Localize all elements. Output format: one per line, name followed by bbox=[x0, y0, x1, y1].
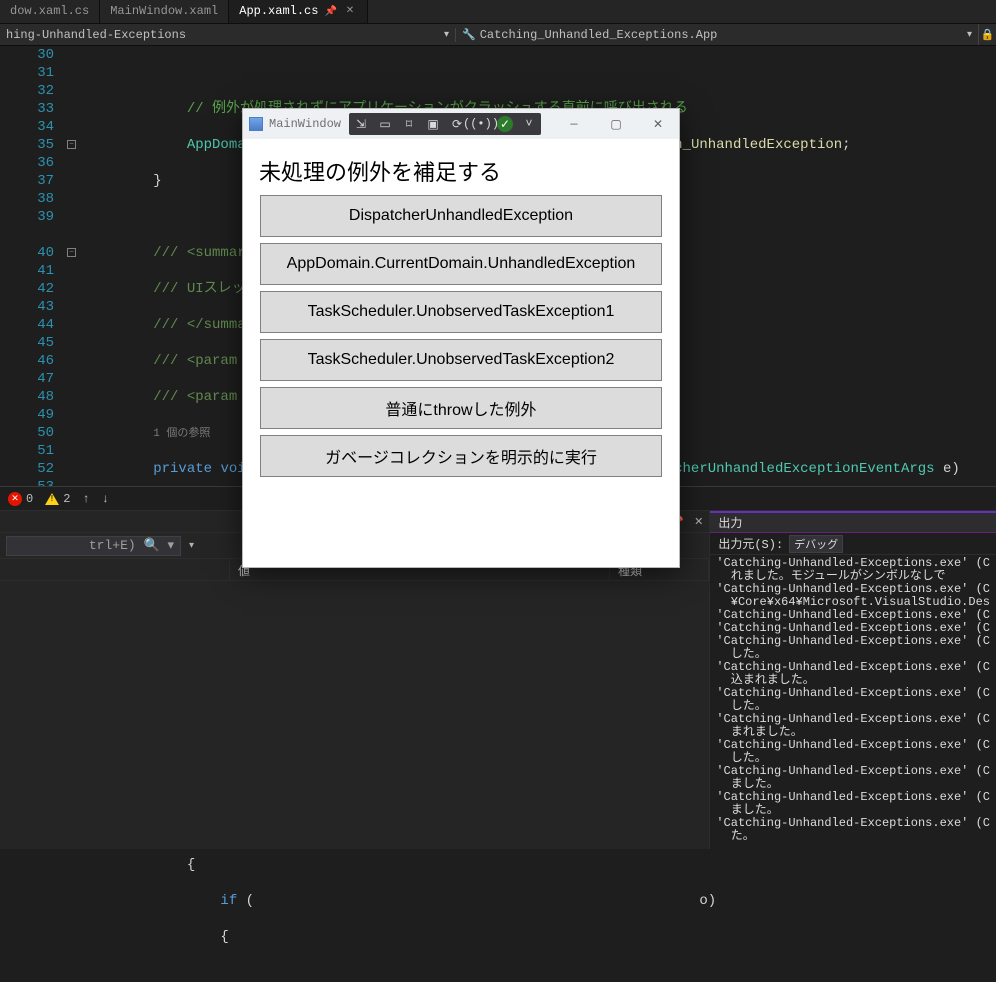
depth-dropdown[interactable] bbox=[189, 540, 194, 552]
btn-dispatcher[interactable]: DispatcherUnhandledException bbox=[260, 195, 662, 237]
debug-toolbar: ⇲ ▭ ⌑ ▣ ⟳ ((•)) ✓ ˅ bbox=[349, 113, 541, 135]
toolbar-icon[interactable]: ⌑ bbox=[401, 116, 417, 132]
search-icon bbox=[143, 538, 159, 553]
btn-appdomain[interactable]: AppDomain.CurrentDomain.UnhandledExcepti… bbox=[260, 243, 662, 285]
document-tabs: dow.xaml.cs MainWindow.xaml App.xaml.cs bbox=[0, 0, 996, 24]
fold-column bbox=[64, 46, 82, 486]
toolbar-icon[interactable]: ✓ bbox=[497, 116, 513, 132]
tab-1[interactable]: dow.xaml.cs bbox=[0, 0, 100, 23]
error-count[interactable]: ✕0 bbox=[8, 492, 33, 506]
line-gutter: 30 31 32 33 34 35 36 37 38 39 40 41 42 4… bbox=[0, 46, 64, 486]
minimize-button[interactable]: — bbox=[553, 109, 595, 139]
dialog-heading: 未処理の例外を補足する bbox=[259, 155, 665, 187]
close-icon[interactable] bbox=[343, 4, 357, 18]
tab-2[interactable]: MainWindow.xaml bbox=[100, 0, 229, 23]
chevron-down-icon[interactable]: ˅ bbox=[521, 116, 537, 132]
window-icon bbox=[249, 117, 263, 131]
tab-label: MainWindow.xaml bbox=[110, 4, 218, 18]
output-panel: 出力 出力元(S): デバッグ 'Catching-Unhandled-Exce… bbox=[709, 511, 996, 849]
search-input[interactable]: trl+E) ▾ bbox=[6, 536, 181, 556]
references-hint[interactable]: 1 個の参照 bbox=[153, 428, 210, 440]
btn-throw[interactable]: 普通にthrowした例外 bbox=[260, 387, 662, 429]
search-placeholder: trl+E) bbox=[89, 538, 136, 553]
down-arrow-icon[interactable]: ↓ bbox=[102, 492, 109, 506]
nav-namespace-label: hing-Unhandled-Exceptions bbox=[6, 28, 186, 42]
toolbar-icon[interactable]: ⇲ bbox=[353, 116, 369, 132]
col-name[interactable] bbox=[0, 559, 230, 580]
output-title: 出力 bbox=[710, 511, 996, 533]
btn-task1[interactable]: TaskScheduler.UnobservedTaskException1 bbox=[260, 291, 662, 333]
maximize-button[interactable]: ▢ bbox=[595, 109, 637, 139]
tab-3[interactable]: App.xaml.cs bbox=[229, 0, 368, 23]
wrench-icon bbox=[462, 28, 476, 42]
output-log[interactable]: 'Catching-Unhandled-Exceptions.exe' (C れ… bbox=[710, 555, 996, 849]
nav-class-label: Catching_Unhandled_Exceptions.App bbox=[480, 28, 718, 42]
nav-namespace-dropdown[interactable]: hing-Unhandled-Exceptions bbox=[0, 28, 455, 42]
toolbar-icon[interactable]: ▣ bbox=[425, 116, 441, 132]
pin-icon[interactable] bbox=[324, 4, 336, 18]
main-window-dialog: MainWindow ⇲ ▭ ⌑ ▣ ⟳ ((•)) ✓ ˅ — ▢ ✕ 未処理… bbox=[242, 108, 680, 568]
nav-class-dropdown[interactable]: Catching_Unhandled_Exceptions.App bbox=[455, 28, 978, 42]
up-arrow-icon[interactable]: ↑ bbox=[82, 492, 89, 506]
toolbar-icon[interactable]: ▭ bbox=[377, 116, 393, 132]
fold-icon[interactable] bbox=[67, 248, 76, 257]
close-icon[interactable] bbox=[694, 515, 703, 529]
fold-icon[interactable] bbox=[67, 140, 76, 149]
dialog-titlebar[interactable]: MainWindow ⇲ ▭ ⌑ ▣ ⟳ ((•)) ✓ ˅ — ▢ ✕ bbox=[243, 109, 679, 139]
output-source-label: 出力元(S): bbox=[718, 535, 783, 552]
warning-count[interactable]: 2 bbox=[45, 492, 70, 506]
toolbar-icon[interactable]: ((•)) bbox=[473, 116, 489, 132]
nav-bar: hing-Unhandled-Exceptions Catching_Unhan… bbox=[0, 24, 996, 46]
lock-icon[interactable] bbox=[978, 24, 996, 45]
tab-label: dow.xaml.cs bbox=[10, 4, 89, 18]
output-source-select[interactable]: デバッグ bbox=[789, 535, 843, 553]
btn-task2[interactable]: TaskScheduler.UnobservedTaskException2 bbox=[260, 339, 662, 381]
dialog-title: MainWindow bbox=[269, 117, 341, 131]
btn-gc[interactable]: ガベージコレクションを明示的に実行 bbox=[260, 435, 662, 477]
close-button[interactable]: ✕ bbox=[637, 109, 679, 139]
tab-label: App.xaml.cs bbox=[239, 4, 318, 18]
